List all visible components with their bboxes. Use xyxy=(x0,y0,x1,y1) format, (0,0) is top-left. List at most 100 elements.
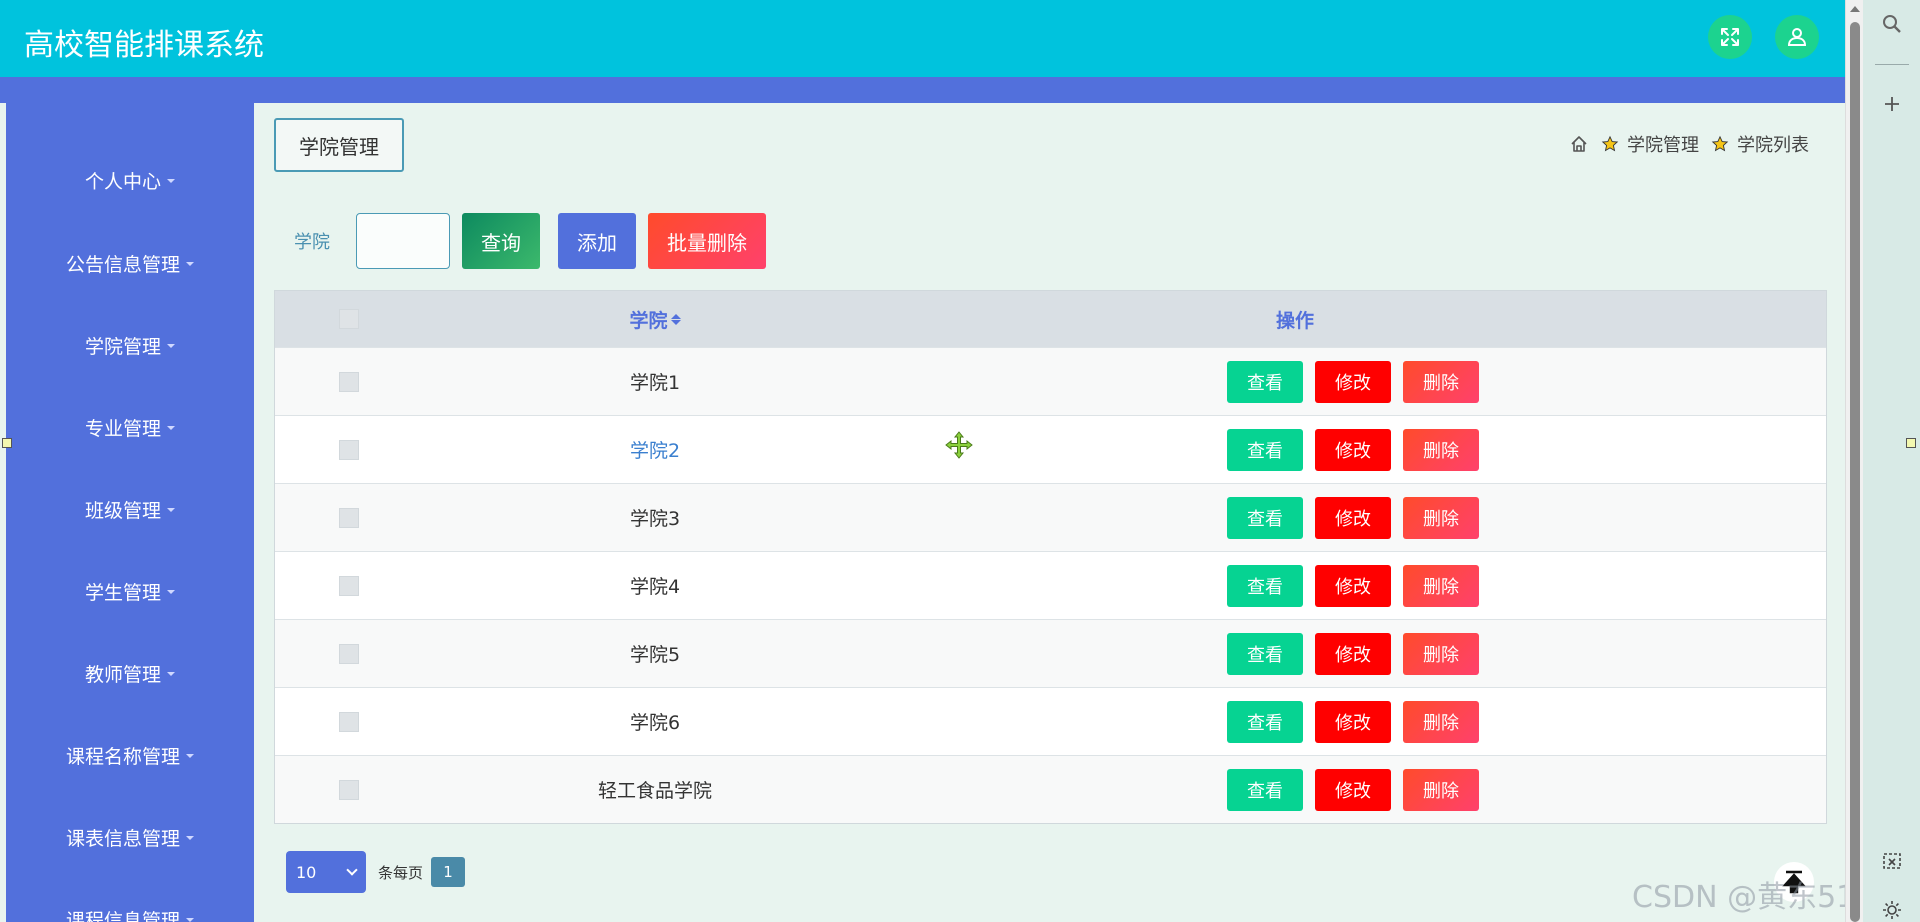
chevron-down-icon xyxy=(167,672,175,676)
row-checkbox[interactable] xyxy=(339,371,359,392)
view-button[interactable]: 查看 xyxy=(1227,428,1303,471)
view-button[interactable]: 查看 xyxy=(1227,360,1303,403)
table-row: 学院6 查看 修改 删除 xyxy=(275,687,1826,755)
row-checkbox[interactable] xyxy=(339,643,359,664)
row-actions: 查看 修改 删除 xyxy=(1227,428,1491,471)
sidebar-item-label: 个人中心 xyxy=(84,170,161,193)
page-size-select[interactable]: 10 xyxy=(286,851,366,893)
view-button[interactable]: 查看 xyxy=(1227,496,1303,539)
scroll-up-icon[interactable] xyxy=(1850,6,1860,12)
sidebar-item-label: 课表信息管理 xyxy=(65,827,180,850)
college-search-input[interactable] xyxy=(356,213,450,269)
college-cell: 学院6 xyxy=(629,712,681,734)
delete-button[interactable]: 删除 xyxy=(1403,564,1479,607)
chevron-down-icon xyxy=(346,864,358,876)
delete-button[interactable]: 删除 xyxy=(1403,428,1479,471)
chevron-down-icon xyxy=(167,508,175,512)
row-actions: 查看 修改 删除 xyxy=(1227,700,1491,743)
row-checkbox[interactable] xyxy=(339,779,359,800)
per-page-label: 条每页 xyxy=(378,863,424,882)
scrollbar-thumb[interactable] xyxy=(1850,22,1860,922)
sidebar-item-college[interactable]: 学院管理 xyxy=(6,325,254,365)
row-actions: 查看 修改 删除 xyxy=(1227,360,1491,403)
chevron-down-icon xyxy=(167,344,175,348)
table-row: 学院4 查看 修改 删除 xyxy=(275,551,1826,619)
edit-button[interactable]: 修改 xyxy=(1315,700,1391,743)
breadcrumb-item[interactable]: 学院管理 xyxy=(1627,131,1699,157)
plus-icon[interactable] xyxy=(1880,92,1904,116)
sort-icon xyxy=(670,313,681,325)
select-all-checkbox[interactable] xyxy=(339,309,359,329)
chevron-down-icon xyxy=(186,754,194,758)
row-checkbox[interactable] xyxy=(339,439,359,460)
delete-button[interactable]: 删除 xyxy=(1403,632,1479,675)
chevron-down-icon xyxy=(186,836,194,840)
sidebar-item-course-info[interactable]: 课程信息管理 xyxy=(6,899,254,922)
row-checkbox[interactable] xyxy=(339,507,359,528)
column-header-college[interactable]: 学院 xyxy=(475,291,835,347)
user-button[interactable] xyxy=(1775,15,1819,59)
sidebar-item-label: 学院管理 xyxy=(84,335,161,358)
batch-delete-button[interactable]: 批量删除 xyxy=(648,213,766,269)
search-icon[interactable] xyxy=(1880,12,1904,36)
row-checkbox[interactable] xyxy=(339,711,359,732)
edit-button[interactable]: 修改 xyxy=(1315,496,1391,539)
delete-button[interactable]: 删除 xyxy=(1403,360,1479,403)
view-button[interactable]: 查看 xyxy=(1227,700,1303,743)
college-cell[interactable]: 学院2 xyxy=(475,416,835,483)
star-icon xyxy=(1601,135,1619,152)
college-cell: 学院5 xyxy=(629,644,681,666)
row-actions: 查看 修改 删除 xyxy=(1227,496,1491,539)
sidebar-item-label: 学生管理 xyxy=(84,581,161,604)
sidebar-item-label: 教师管理 xyxy=(84,663,161,686)
resize-handle[interactable] xyxy=(1906,438,1916,448)
add-button[interactable]: 添加 xyxy=(558,213,636,269)
gear-icon[interactable] xyxy=(1880,898,1904,922)
edit-button[interactable]: 修改 xyxy=(1315,360,1391,403)
college-cell: 轻工食品学院 xyxy=(597,780,712,802)
page-number-button[interactable]: 1 xyxy=(431,857,466,887)
page-scrollbar[interactable] xyxy=(1845,0,1863,922)
edit-button[interactable]: 修改 xyxy=(1315,428,1391,471)
move-cursor-icon xyxy=(945,431,973,459)
fullscreen-icon xyxy=(1721,28,1739,46)
row-actions: 查看 修改 删除 xyxy=(1227,564,1491,607)
delete-button[interactable]: 删除 xyxy=(1403,700,1479,743)
column-header-ops: 操作 xyxy=(1275,309,1314,332)
delete-button[interactable]: 删除 xyxy=(1403,496,1479,539)
sidebar-item-student[interactable]: 学生管理 xyxy=(6,571,254,611)
resize-handle[interactable] xyxy=(2,438,12,448)
row-checkbox[interactable] xyxy=(339,575,359,596)
college-cell: 学院1 xyxy=(629,372,681,394)
edit-button[interactable]: 修改 xyxy=(1315,768,1391,811)
fullscreen-button[interactable] xyxy=(1708,15,1752,59)
search-label: 学院 xyxy=(294,232,330,253)
home-icon[interactable] xyxy=(1569,134,1589,154)
view-button[interactable]: 查看 xyxy=(1227,564,1303,607)
sidebar-item-schedule[interactable]: 课表信息管理 xyxy=(6,817,254,857)
main-panel: 学院管理 学院管理 学院列表 学院 查询 添加 批量删除 学院 操作 学院1 查… xyxy=(254,103,1845,922)
screenshot-icon[interactable] xyxy=(1880,850,1904,874)
chevron-down-icon xyxy=(186,918,194,922)
query-button[interactable]: 查询 xyxy=(462,213,540,269)
sidebar-item-label: 班级管理 xyxy=(84,499,161,522)
college-cell: 学院4 xyxy=(629,576,681,598)
sidebar-item-label: 课程信息管理 xyxy=(65,909,180,922)
star-icon xyxy=(1711,135,1729,152)
sidebar-item-course-name[interactable]: 课程名称管理 xyxy=(6,735,254,775)
table-header: 学院 操作 xyxy=(275,291,1826,347)
edit-button[interactable]: 修改 xyxy=(1315,564,1391,607)
sidebar-item-class[interactable]: 班级管理 xyxy=(6,489,254,529)
view-button[interactable]: 查看 xyxy=(1227,768,1303,811)
sidebar-item-personal-center[interactable]: 个人中心 xyxy=(6,160,254,200)
table-row: 学院5 查看 修改 删除 xyxy=(275,619,1826,687)
sidebar-item-teacher[interactable]: 教师管理 xyxy=(6,653,254,693)
sidebar-item-notice[interactable]: 公告信息管理 xyxy=(6,243,254,283)
edit-button[interactable]: 修改 xyxy=(1315,632,1391,675)
college-cell: 学院3 xyxy=(629,508,681,530)
chevron-down-icon xyxy=(167,590,175,594)
view-button[interactable]: 查看 xyxy=(1227,632,1303,675)
sidebar-item-major[interactable]: 专业管理 xyxy=(6,407,254,447)
search-bar: 学院 查询 添加 批量删除 xyxy=(274,213,766,269)
delete-button[interactable]: 删除 xyxy=(1403,768,1479,811)
